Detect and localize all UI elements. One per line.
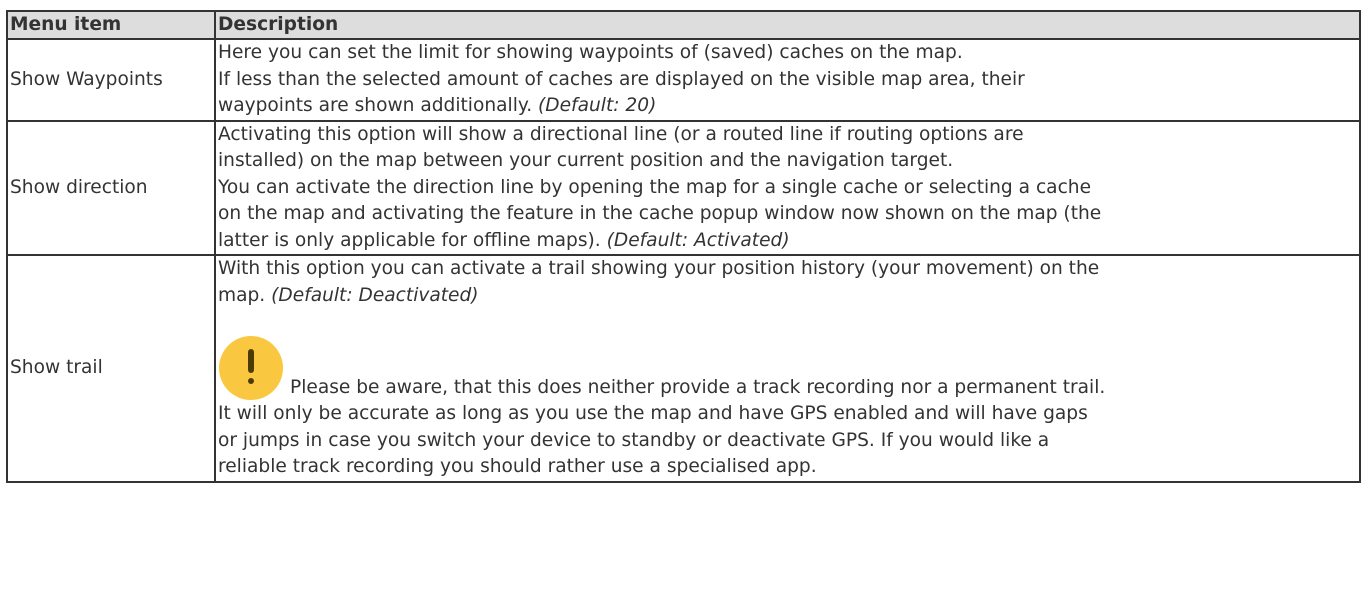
description-line: With this option you can activate a trai… bbox=[218, 258, 1100, 279]
description-line: on the map and activating the feature in… bbox=[218, 203, 1102, 224]
warning-icon-dot bbox=[248, 377, 254, 384]
menu-item-show-direction: Show direction bbox=[6, 119, 216, 256]
description-line: You can activate the direction line by o… bbox=[218, 176, 1092, 198]
warning-text-first-line: Please be aware, that this does neither … bbox=[290, 376, 1106, 398]
description-line: installed) on the map between your curre… bbox=[218, 150, 954, 171]
menu-item-show-waypoints: Show Waypoints bbox=[6, 38, 216, 122]
description-text: latter is only applicable for offline ma… bbox=[218, 229, 601, 251]
description-line: If less than the selected amount of cach… bbox=[218, 68, 1025, 90]
description-line: waypoints are shown additionally. (Defau… bbox=[218, 93, 1359, 120]
default-note: (Default: 20) bbox=[538, 95, 657, 116]
description-text: map. bbox=[218, 284, 266, 306]
warning-icon bbox=[219, 335, 283, 400]
description-line: latter is only applicable for offline ma… bbox=[218, 228, 1359, 255]
table-row-show-waypoints: Show Waypoints Here you can set the limi… bbox=[6, 38, 1361, 122]
warning-line: It will only be accurate as long as you … bbox=[218, 403, 1088, 424]
warning-line: reliable track recording you should rath… bbox=[218, 456, 817, 477]
default-note: (Default: Activated) bbox=[606, 229, 790, 251]
description-show-waypoints: Here you can set the limit for showing w… bbox=[214, 38, 1361, 122]
table-header-row: Menu item Description bbox=[6, 10, 1361, 40]
default-note: (Default: Deactivated) bbox=[271, 284, 479, 306]
menu-item-show-trail: Show trail bbox=[6, 254, 216, 483]
header-menu-item: Menu item bbox=[6, 10, 216, 40]
menu-table: Menu item Description Show Waypoints Her… bbox=[6, 10, 1361, 483]
warning-line: or jumps in case you switch your device … bbox=[218, 429, 1050, 451]
description-text: waypoints are shown additionally. bbox=[218, 95, 533, 116]
warning-note: Please be aware, that this does neither … bbox=[218, 335, 1359, 402]
description-line: map. (Default: Deactivated) bbox=[218, 283, 1359, 310]
header-description: Description bbox=[214, 10, 1361, 40]
description-line: Activating this option will show a direc… bbox=[218, 123, 1024, 145]
description-line: Here you can set the limit for showing w… bbox=[218, 42, 963, 63]
description-show-trail: With this option you can activate a trai… bbox=[214, 254, 1361, 483]
table-row-show-direction: Show direction Activating this option wi… bbox=[6, 119, 1361, 256]
table-row-show-trail: Show trail With this option you can acti… bbox=[6, 254, 1361, 483]
description-show-direction: Activating this option will show a direc… bbox=[214, 119, 1361, 256]
warning-icon-bar bbox=[248, 348, 254, 373]
